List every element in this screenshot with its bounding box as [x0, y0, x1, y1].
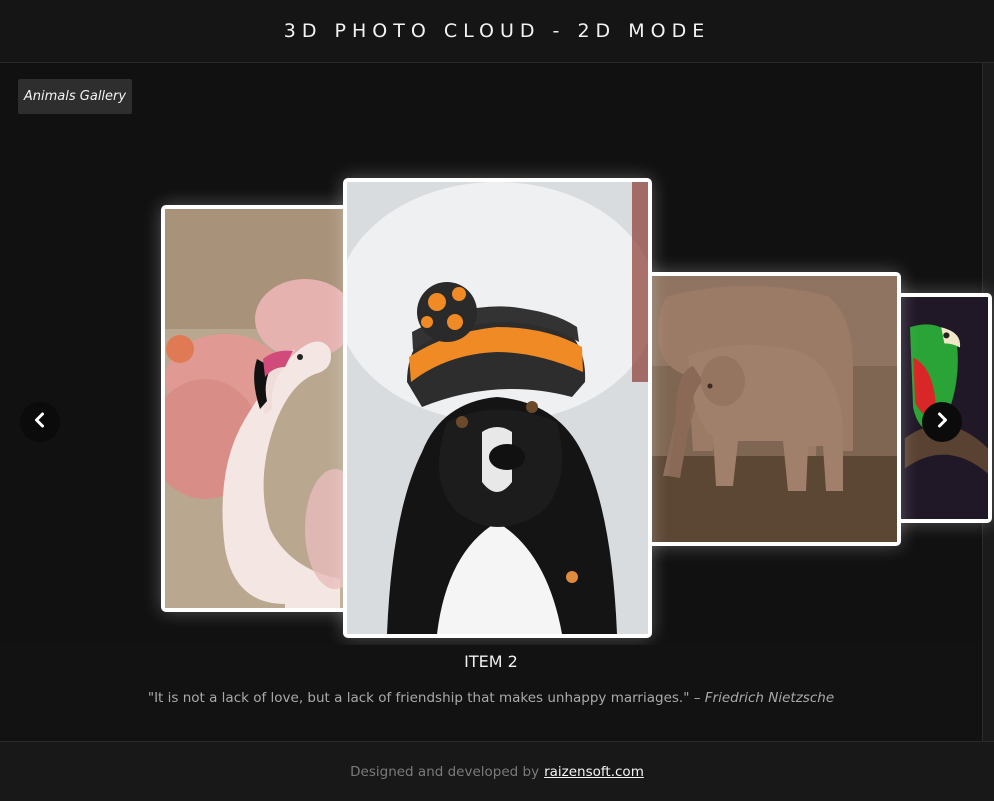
- item-quote: "It is not a lack of love, but a lack of…: [0, 690, 982, 706]
- next-button[interactable]: [922, 402, 962, 442]
- chevron-left-icon: [31, 411, 49, 433]
- page-header: 3D PHOTO CLOUD - 2D MODE: [0, 0, 994, 63]
- chevron-right-icon: [933, 411, 951, 433]
- flamingo-photo: [165, 209, 357, 608]
- page-footer: Designed and developed by raizensoft.com: [0, 741, 994, 801]
- dog-photo: [347, 182, 648, 634]
- footer-text: Designed and developed by: [350, 763, 540, 780]
- quote-text: "It is not a lack of love, but a lack of…: [147, 690, 701, 706]
- photo-card-flamingo[interactable]: [161, 205, 361, 612]
- gallery-selector-button[interactable]: Animals Gallery: [18, 79, 132, 114]
- item-title: ITEM 2: [464, 652, 518, 671]
- footer-link[interactable]: raizensoft.com: [544, 764, 644, 780]
- quote-author: Friedrich Nietzsche: [704, 690, 835, 706]
- photo-card-elephants[interactable]: [624, 272, 901, 546]
- elephants-photo: [628, 276, 897, 542]
- page-title: 3D PHOTO CLOUD - 2D MODE: [283, 20, 711, 42]
- prev-button[interactable]: [20, 402, 60, 442]
- photo-card-dog[interactable]: [343, 178, 652, 638]
